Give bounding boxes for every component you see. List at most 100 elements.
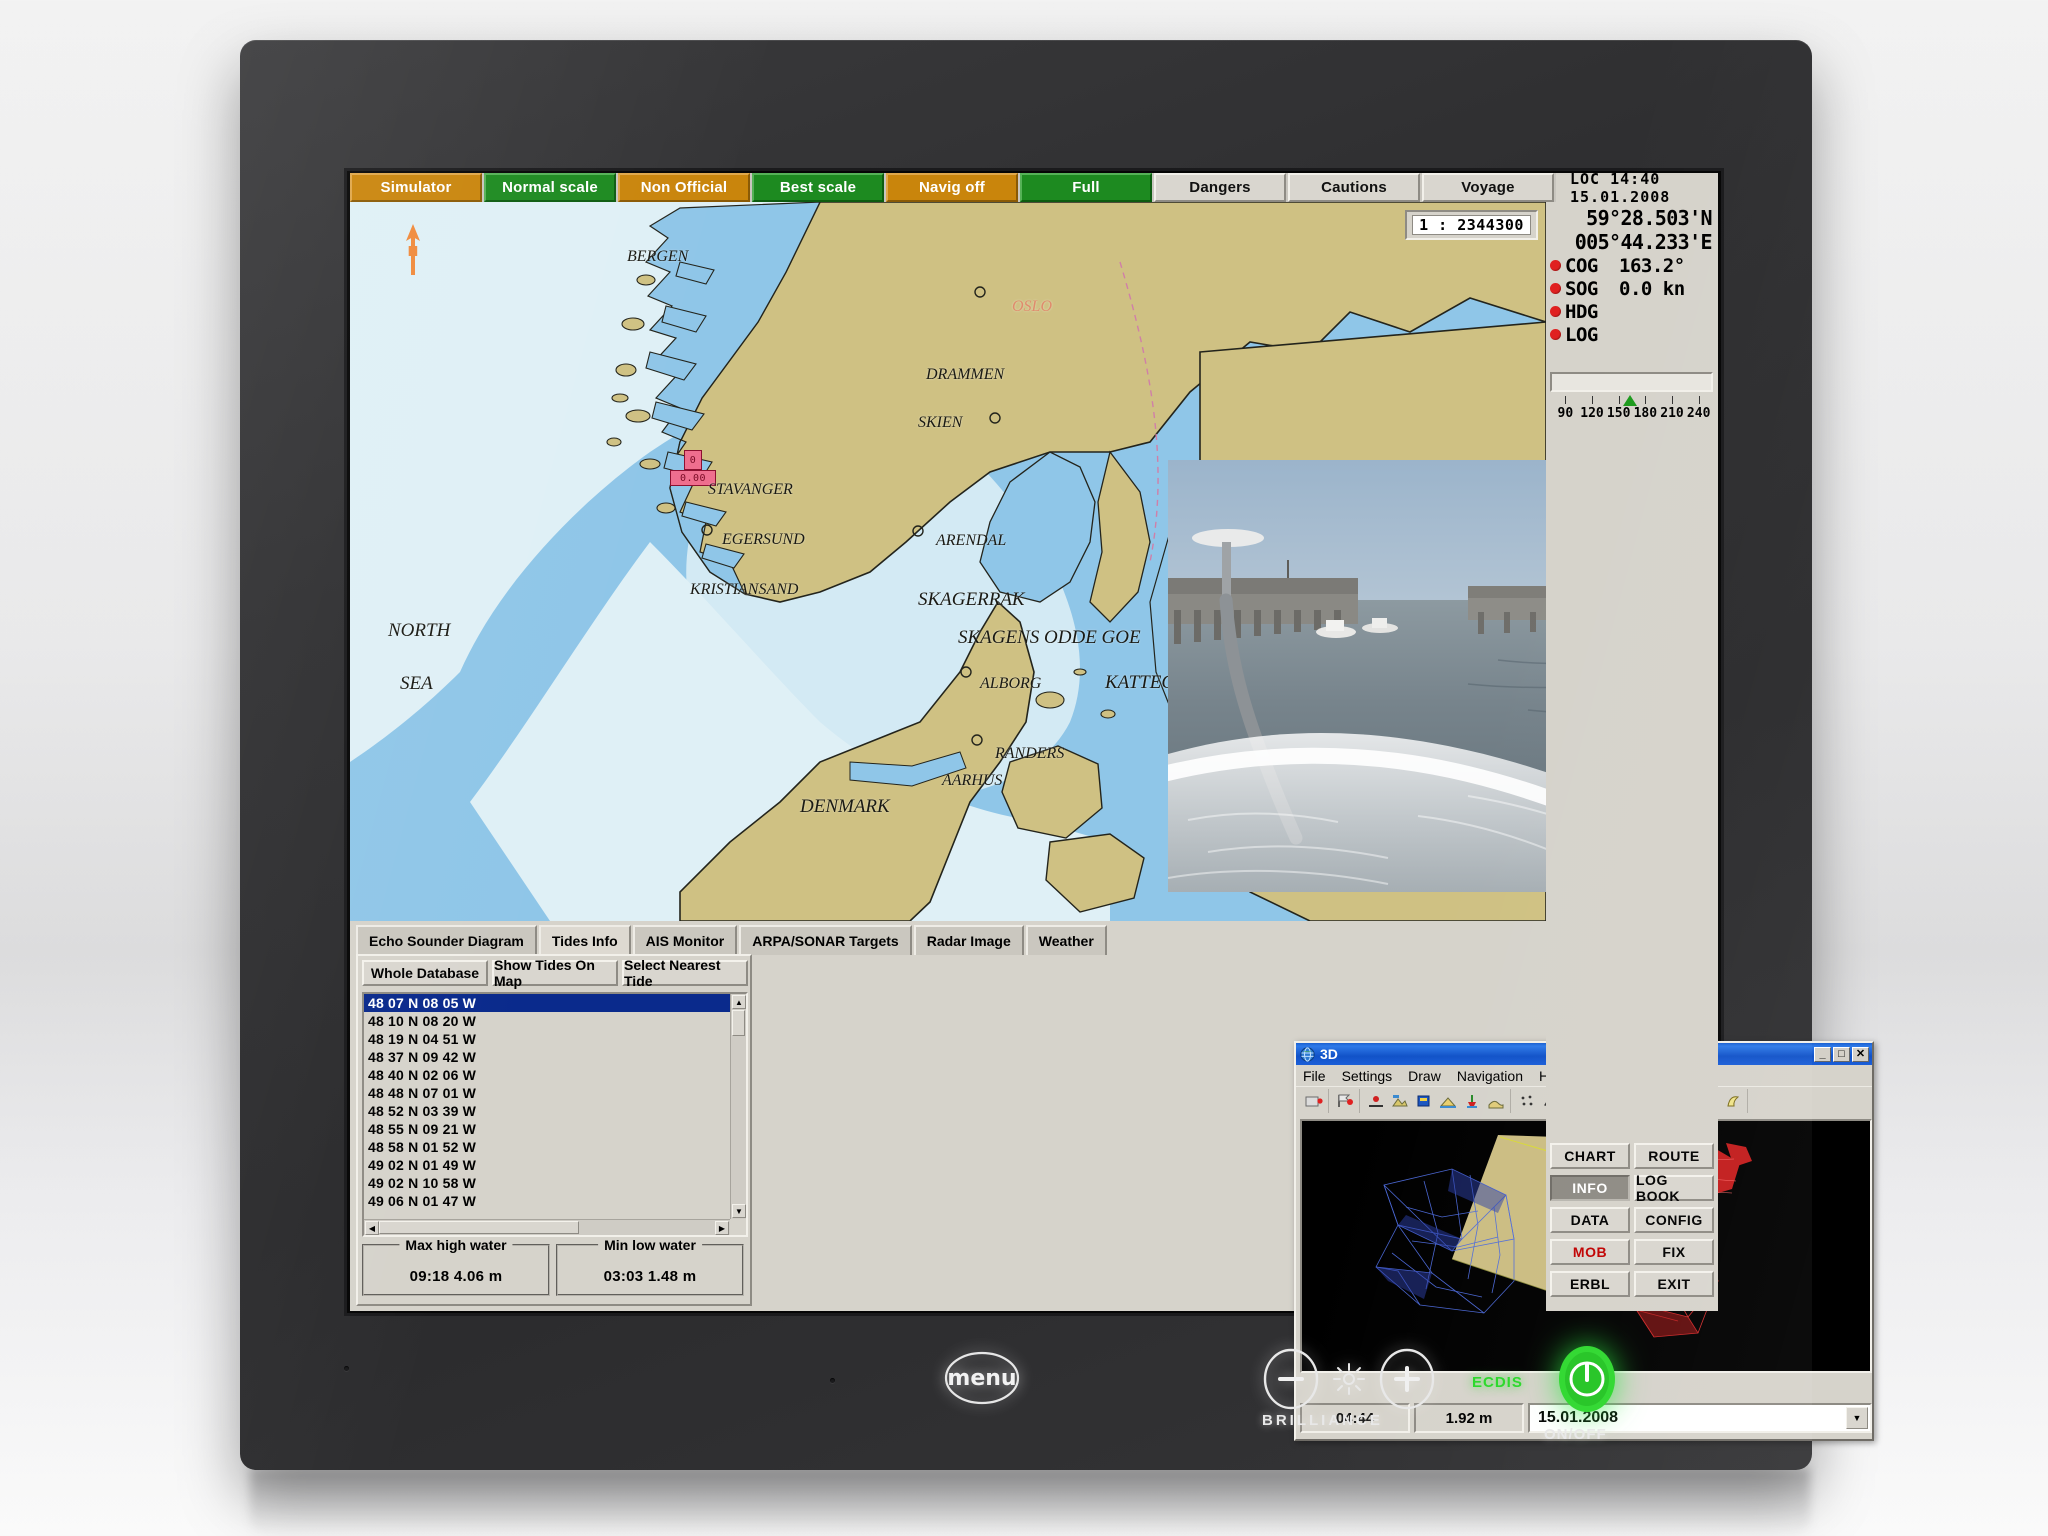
toolbar-button-cautions[interactable]: Cautions <box>1288 173 1420 202</box>
points-icon[interactable] <box>1515 1090 1538 1112</box>
function-button-fix[interactable]: FIX <box>1634 1239 1714 1265</box>
terrain-icon[interactable] <box>1388 1090 1411 1112</box>
compass-tick <box>1698 396 1700 404</box>
sandbank-icon[interactable] <box>1484 1090 1507 1112</box>
tab-tides-info[interactable]: Tides Info <box>538 925 631 955</box>
tide-station-item[interactable]: 48 48 N 07 01 W <box>364 1084 730 1102</box>
horizontal-scroll-thumb[interactable] <box>379 1221 579 1234</box>
compass-tick-label: 180 <box>1633 406 1658 421</box>
local-time-display: LOC 14:40 15.01.2008 <box>1556 170 1718 206</box>
toolbar-button-navig-off[interactable]: Navig off <box>886 173 1018 202</box>
maximize-button[interactable]: □ <box>1833 1046 1850 1062</box>
menu-item-file[interactable]: File <box>1303 1068 1326 1084</box>
ecdis-application: Simulator Normal scale Non Official Best… <box>350 170 1874 1441</box>
show-tides-on-map-button[interactable]: Show Tides On Map <box>492 957 618 989</box>
tab-ais-monitor[interactable]: AIS Monitor <box>632 925 738 955</box>
tab-echo-sounder-diagram[interactable]: Echo Sounder Diagram <box>356 925 537 955</box>
curve-icon[interactable] <box>1721 1090 1744 1112</box>
menu-item-navigation[interactable]: Navigation <box>1457 1068 1523 1084</box>
brilliance-increase-button[interactable] <box>1376 1348 1438 1410</box>
chart-display[interactable]: N 0 0.00 BERGEN OSLO DRAMMEN SKIEN STAVANGER… <box>350 202 1546 921</box>
ecdis-indicator-label: ECDIS <box>1472 1374 1523 1391</box>
toolbar-button-normal-scale[interactable]: Normal scale <box>484 173 616 202</box>
tide-station-item[interactable]: 48 07 N 08 05 W <box>364 994 730 1012</box>
tide-station-item[interactable]: 48 10 N 08 20 W <box>364 1012 730 1030</box>
brilliance-decrease-button[interactable] <box>1260 1348 1322 1410</box>
max-high-water-value: 09:18 4.06 m <box>409 1268 503 1285</box>
toolbar-button-simulator[interactable]: Simulator <box>350 173 482 202</box>
tides-button-row: Whole Database Show Tides On Map Select … <box>362 957 748 989</box>
tide-list-vertical-scrollbar[interactable]: ▲ ▼ <box>730 994 746 1219</box>
function-button-chart[interactable]: CHART <box>1550 1143 1630 1169</box>
min-low-water-label: Min low water <box>598 1237 702 1253</box>
tab-arpa-sonar-targets[interactable]: ARPA/SONAR Targets <box>739 925 912 955</box>
function-button-log-book[interactable]: LOG BOOK <box>1634 1172 1714 1204</box>
function-button-route[interactable]: ROUTE <box>1634 1143 1714 1169</box>
minimize-button[interactable]: _ <box>1814 1046 1831 1062</box>
monitor-reflection <box>250 1468 1810 1536</box>
function-button-info[interactable]: INFO <box>1550 1175 1630 1201</box>
scroll-right-icon[interactable]: ▶ <box>715 1221 729 1235</box>
toolbar-button-non-official[interactable]: Non Official <box>618 173 750 202</box>
camera-video-inset[interactable] <box>1168 460 1546 892</box>
open-chart-icon[interactable] <box>1302 1090 1325 1112</box>
tide-station-item[interactable]: 48 40 N 02 06 W <box>364 1066 730 1084</box>
compass-tick-label: 90 <box>1557 406 1574 421</box>
toolbar-button-full[interactable]: Full <box>1020 173 1152 202</box>
tide-station-item[interactable]: 48 37 N 09 42 W <box>364 1048 730 1066</box>
tide-station-item[interactable]: 49 06 N 01 47 W <box>364 1192 730 1210</box>
hdg-alarm-indicator-icon <box>1550 306 1561 317</box>
chart-scale-box[interactable]: 1 : 2344300 <box>1405 210 1538 240</box>
flag-icon[interactable] <box>1333 1090 1356 1112</box>
scroll-left-icon[interactable]: ◀ <box>365 1221 379 1235</box>
tide-station-item[interactable]: 48 55 N 09 21 W <box>364 1120 730 1138</box>
function-button-config[interactable]: CONFIG <box>1634 1207 1714 1233</box>
tide-station-item[interactable]: 48 52 N 03 39 W <box>364 1102 730 1120</box>
min-low-water-field: Min low water 03:03 1.48 m <box>556 1237 744 1296</box>
function-button-exit[interactable]: EXIT <box>1634 1271 1714 1297</box>
chevron-down-icon[interactable]: ▼ <box>1846 1407 1868 1429</box>
shoal-icon[interactable] <box>1436 1090 1459 1112</box>
toolbar-button-dangers[interactable]: Dangers <box>1154 173 1286 202</box>
vertical-scroll-thumb[interactable] <box>732 1010 745 1036</box>
tab-radar-image[interactable]: Radar Image <box>913 925 1024 955</box>
tide-station-list[interactable]: 48 07 N 08 05 W 48 10 N 08 20 W 48 19 N 04… <box>362 992 748 1237</box>
tab-weather[interactable]: Weather <box>1025 925 1107 955</box>
tide-station-item[interactable]: 49 02 N 01 49 W <box>364 1156 730 1174</box>
north-letter: N <box>408 245 419 260</box>
heading-pointer-icon <box>1623 395 1638 406</box>
navigation-data-panel: 59°28.503'N 005°44.233'E COG 163.2° SOG … <box>1546 202 1718 921</box>
log-label: LOG <box>1565 323 1598 346</box>
menu-item-settings[interactable]: Settings <box>1342 1068 1393 1084</box>
info-tab-bar: Echo Sounder Diagram Tides Info AIS Monito… <box>356 925 1109 955</box>
menu-button[interactable]: menu <box>940 1350 1024 1406</box>
bezel-sensor-right <box>830 1378 835 1383</box>
cog-value: 163.2° <box>1619 254 1685 277</box>
depth-point-icon[interactable] <box>1364 1090 1387 1112</box>
min-low-water-value: 03:03 1.48 m <box>603 1268 697 1285</box>
function-button-data[interactable]: DATA <box>1550 1207 1630 1233</box>
sog-value: 0.0 kn <box>1619 277 1685 300</box>
north-arrow-icon: N <box>406 224 420 275</box>
buoy-icon[interactable] <box>1460 1090 1483 1112</box>
power-button[interactable] <box>1550 1340 1624 1418</box>
tide-station-item[interactable]: 48 19 N 04 51 W <box>364 1030 730 1048</box>
scroll-down-icon[interactable]: ▼ <box>732 1204 746 1218</box>
object-icon[interactable] <box>1412 1090 1435 1112</box>
scroll-up-icon[interactable]: ▲ <box>732 995 746 1009</box>
tide-list-horizontal-scrollbar[interactable]: ◀ ▶ <box>364 1219 730 1235</box>
select-nearest-tide-button[interactable]: Select Nearest Tide <box>622 957 748 989</box>
compass-tick-label: 210 <box>1660 406 1684 421</box>
toolbar-button-best-scale[interactable]: Best scale <box>752 173 884 202</box>
menu-item-draw[interactable]: Draw <box>1408 1068 1441 1084</box>
toolbar-button-voyage[interactable]: Voyage <box>1422 173 1554 202</box>
bezel-sensor-left <box>344 1366 349 1371</box>
whole-database-button[interactable]: Whole Database <box>362 960 488 986</box>
tide-station-item[interactable]: 48 58 N 01 52 W <box>364 1138 730 1156</box>
close-button[interactable]: ✕ <box>1852 1046 1869 1062</box>
function-button-erbl[interactable]: ERBL <box>1550 1271 1630 1297</box>
map-label-stavanger: STAVANGER <box>708 481 793 498</box>
compass-scale: 90 120 150 180 210 240 <box>1546 394 1718 434</box>
function-button-mob[interactable]: MOB <box>1550 1239 1630 1265</box>
tide-station-item[interactable]: 49 02 N 10 58 W <box>364 1174 730 1192</box>
